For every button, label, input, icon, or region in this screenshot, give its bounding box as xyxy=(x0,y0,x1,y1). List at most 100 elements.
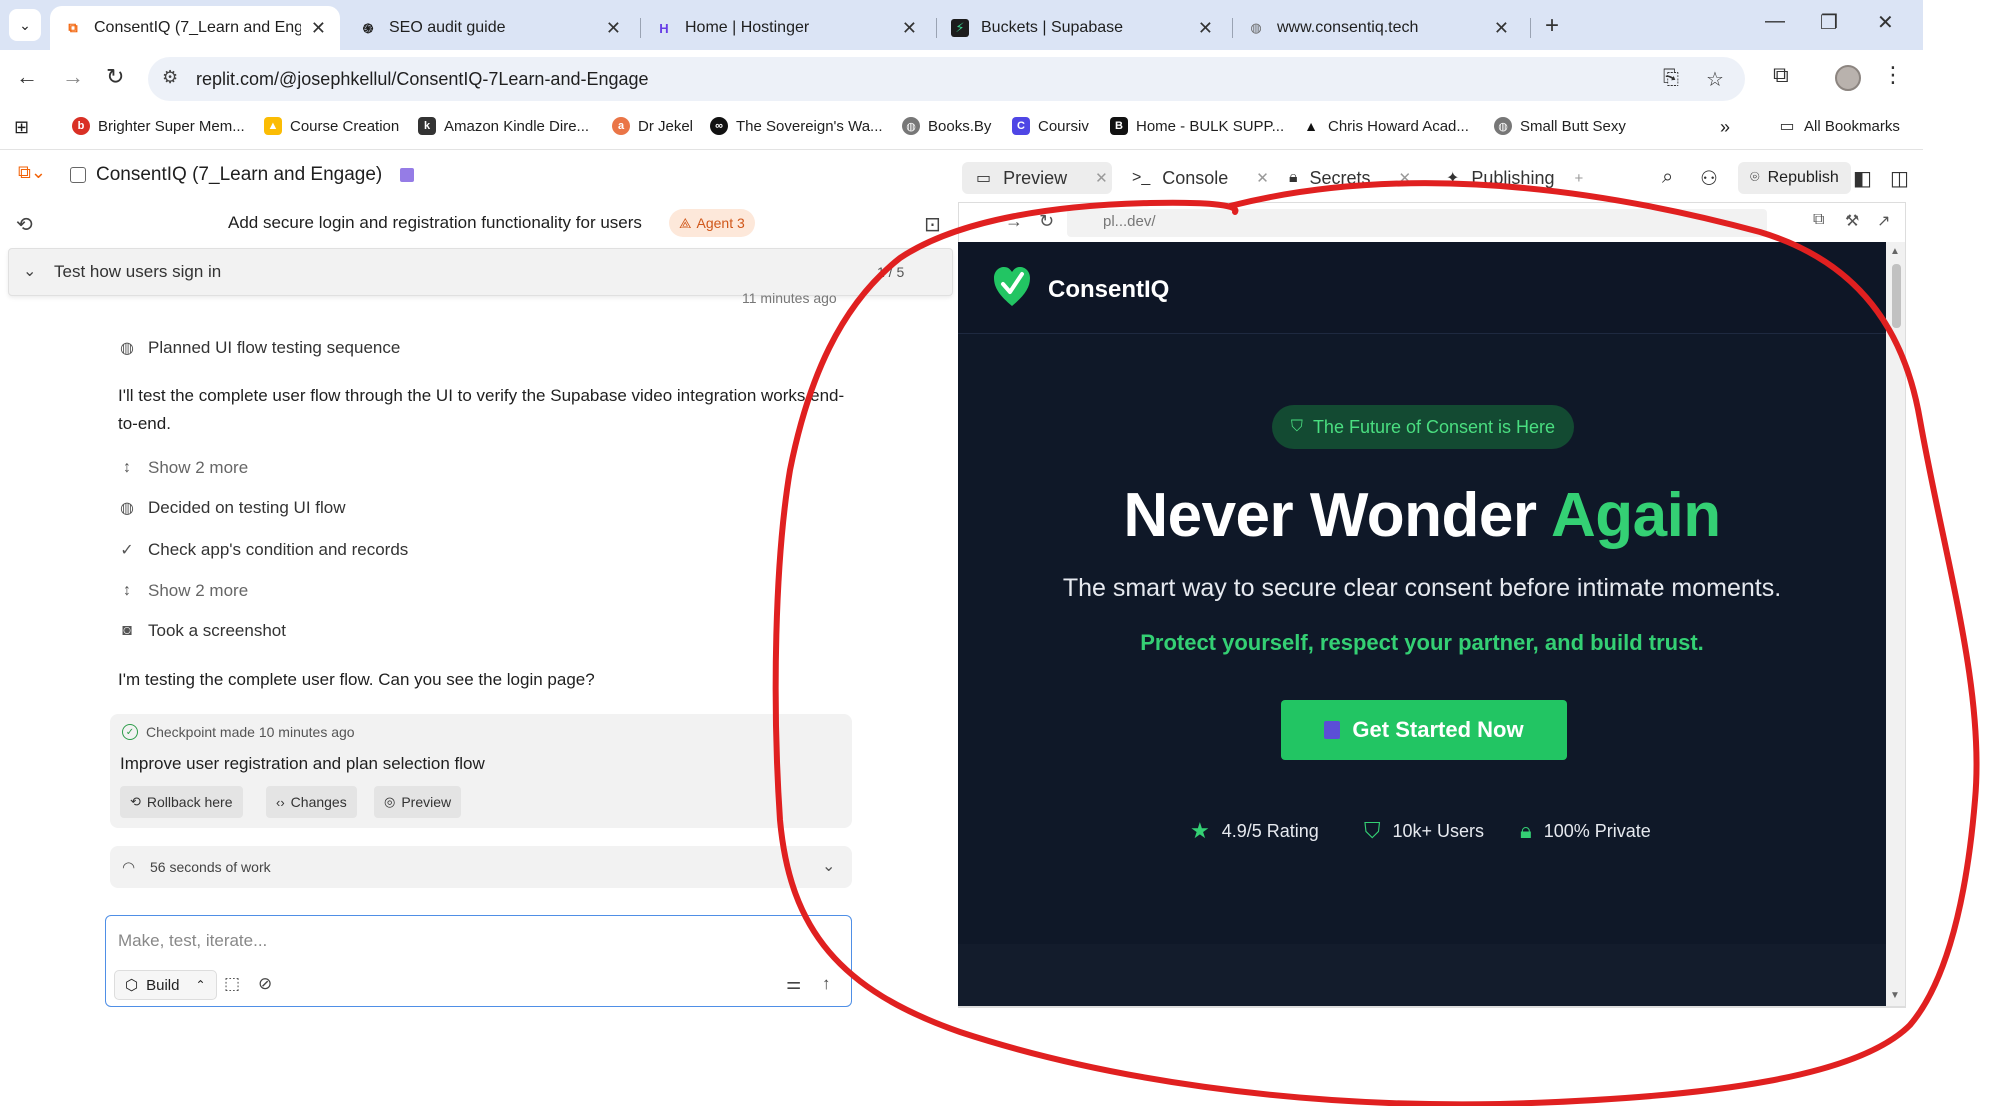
more-bookmarks-chevron-icon[interactable]: » xyxy=(1720,117,1730,138)
tab-hostinger[interactable]: H Home | Hostinger ✕ xyxy=(641,6,931,50)
tab-search-button[interactable]: ⌄ xyxy=(9,9,41,41)
hostinger-favicon-icon: H xyxy=(659,20,669,36)
site-info-icon[interactable]: ⚙ xyxy=(162,67,178,88)
minimize-icon[interactable]: — xyxy=(1765,10,1785,33)
scroll-down-arrow-icon[interactable]: ▼ xyxy=(1890,990,1900,1001)
close-icon[interactable]: ✕ xyxy=(1095,169,1108,187)
composer-placeholder[interactable]: Make, test, iterate... xyxy=(118,931,267,951)
bookmark-item[interactable]: ∞ The Sovereign's Wa... xyxy=(710,117,883,135)
install-app-icon[interactable]: ⎘ xyxy=(1663,67,1679,90)
replit-logo-icon[interactable]: ⧉⌄ xyxy=(18,162,46,183)
close-icon[interactable]: ✕ xyxy=(1399,169,1412,187)
changes-button[interactable]: ‹› Changes xyxy=(266,786,357,818)
all-bookmarks-label: All Bookmarks xyxy=(1804,117,1900,135)
get-started-label: Get Started Now xyxy=(1352,717,1524,742)
republish-button[interactable]: ⌾ Republish xyxy=(1738,162,1851,194)
forward-arrow-icon[interactable]: → xyxy=(62,64,84,90)
show-more-button[interactable]: ↕ Show 2 more xyxy=(118,458,248,478)
back-arrow-icon[interactable]: ← xyxy=(16,64,38,90)
add-tab-plus-icon[interactable]: + xyxy=(1574,170,1583,187)
extensions-icon[interactable]: ⧉ xyxy=(1773,62,1789,88)
chat-composer[interactable]: Make, test, iterate... ⬡ Build ⌃ ⬚ ⊘ ⚌ ↑ xyxy=(105,915,852,1007)
more-menu-icon[interactable]: ⋮ xyxy=(1882,62,1904,88)
restore-icon[interactable]: ❐ xyxy=(1820,10,1838,35)
attach-icon[interactable]: ⊘ xyxy=(258,974,272,994)
star-icon: ★ xyxy=(1190,818,1210,843)
brand-name[interactable]: ConsentIQ xyxy=(1048,276,1169,304)
search-icon[interactable]: ⌕ xyxy=(1662,166,1673,189)
tab-supabase[interactable]: ⚡ Buckets | Supabase ✕ xyxy=(937,6,1227,50)
bookmark-item[interactable]: a Dr Jekel xyxy=(612,117,693,135)
send-arrow-icon[interactable]: ↑ xyxy=(822,974,831,994)
browser-tab-strip: ⌄ ⧉ ConsentIQ (7_Learn and Engage ✕ ֍ SE… xyxy=(0,0,1923,50)
close-icon[interactable]: ✕ xyxy=(1256,169,1269,187)
rollback-button[interactable]: ⟲ Rollback here xyxy=(120,786,243,818)
bookmark-favicon-icon: b xyxy=(72,117,90,135)
show-more-button[interactable]: ↕ Show 2 more xyxy=(118,581,248,601)
tab-publishing[interactable]: ✦ Publishing + xyxy=(1432,162,1622,194)
tab-seo-audit[interactable]: ֍ SEO audit guide ✕ xyxy=(345,6,635,50)
preview-back-icon[interactable]: ← xyxy=(971,211,989,232)
bookmark-item[interactable]: B Home - BULK SUPP... xyxy=(1110,117,1284,135)
preview-scrollbar[interactable]: ▲ ▼ xyxy=(1886,242,1906,1006)
close-tab-icon[interactable]: ✕ xyxy=(311,18,326,39)
new-chat-icon[interactable]: ⊡ xyxy=(924,212,941,237)
bookmark-item[interactable]: ▲ Course Creation xyxy=(264,117,399,135)
tab-consentiq-tech[interactable]: ◍ www.consentiq.tech ✕ xyxy=(1233,6,1523,50)
history-icon[interactable]: ⟲ xyxy=(16,212,33,237)
chevron-down-icon[interactable]: ⌄ xyxy=(23,261,36,281)
chevron-down-icon[interactable]: ⌄ xyxy=(822,856,835,876)
open-external-icon[interactable]: ↗ xyxy=(1877,211,1890,231)
profile-avatar[interactable] xyxy=(1835,65,1861,91)
preview-forward-icon[interactable]: → xyxy=(1005,211,1023,232)
close-tab-icon[interactable]: ✕ xyxy=(606,18,621,39)
bookmark-item[interactable]: ▲ Chris Howard Acad... xyxy=(1302,117,1469,135)
bookmark-star-icon[interactable]: ☆ xyxy=(1706,67,1724,92)
work-summary[interactable]: ◠ 56 seconds of work ⌄ xyxy=(110,846,852,888)
bookmark-item[interactable]: C Coursiv xyxy=(1012,117,1089,135)
globe-icon: ◍ xyxy=(120,340,134,357)
bookmark-favicon-icon: ▲ xyxy=(1302,117,1320,135)
apps-grid-icon[interactable]: ⊞ xyxy=(14,117,29,138)
all-bookmarks-button[interactable]: ▭ All Bookmarks xyxy=(1778,117,1900,136)
bookmark-item[interactable]: ◍ Small Butt Sexy xyxy=(1494,117,1626,135)
scroll-thumb[interactable] xyxy=(1892,264,1901,328)
layout-toggle-icon[interactable]: ◫ xyxy=(1890,166,1909,191)
close-window-icon[interactable]: ✕ xyxy=(1877,10,1894,35)
tab-console[interactable]: >_ Console ✕ xyxy=(1118,162,1269,194)
user-menu-icon[interactable]: ◧ xyxy=(1853,166,1872,191)
bookmark-item[interactable]: k Amazon Kindle Dire... xyxy=(418,117,589,135)
settings-sliders-icon[interactable]: ⚌ xyxy=(786,974,801,994)
tab-consentiq[interactable]: ⧉ ConsentIQ (7_Learn and Engage ✕ xyxy=(50,6,340,50)
devices-icon[interactable]: ⧉ xyxy=(1813,211,1824,229)
heart-check-logo-icon[interactable] xyxy=(992,264,1032,308)
bookmark-item[interactable]: b Brighter Super Mem... xyxy=(72,117,245,135)
url-text[interactable]: replit.com/@josephkellul/ConsentIQ-7Lear… xyxy=(196,69,649,90)
checkpoint-title: Improve user registration and plan selec… xyxy=(120,754,485,773)
build-mode-button[interactable]: ⬡ Build ⌃ xyxy=(114,970,217,1000)
invite-user-icon[interactable]: ⚇ xyxy=(1700,166,1718,191)
new-tab-plus-icon[interactable]: + xyxy=(1545,12,1559,40)
tab-secrets[interactable]: 🔒︎ Secrets ✕ xyxy=(1275,162,1425,194)
preview-button[interactable]: ◎ Preview xyxy=(374,786,462,818)
preview-url-field[interactable]: pl...dev/ xyxy=(1067,209,1767,237)
stat-users: ⛉ 10k+ Users xyxy=(1364,818,1484,844)
omnibox[interactable]: ⚙ replit.com/@josephkellul/ConsentIQ-7Le… xyxy=(148,57,1745,101)
devtools-wrench-icon[interactable]: ⚒ xyxy=(1845,211,1859,231)
tab-title: www.consentiq.tech xyxy=(1277,19,1419,36)
bookmark-item[interactable]: ◍ Books.By xyxy=(902,117,991,135)
preview-reload-icon[interactable]: ↻ xyxy=(1039,211,1054,232)
rollback-label: Rollback here xyxy=(146,794,233,810)
close-tab-icon[interactable]: ✕ xyxy=(1198,18,1213,39)
select-element-icon[interactable]: ⬚ xyxy=(224,974,240,994)
test-task-card[interactable]: ⌄ Test how users sign in 1 / 5 xyxy=(8,248,953,296)
close-tab-icon[interactable]: ✕ xyxy=(1494,18,1509,39)
get-started-button[interactable]: Get Started Now xyxy=(1281,700,1567,760)
reload-icon[interactable]: ↻ xyxy=(106,64,124,90)
project-title[interactable]: ConsentIQ (7_Learn and Engage) xyxy=(70,164,415,186)
scroll-up-arrow-icon[interactable]: ▲ xyxy=(1890,246,1900,257)
tab-preview[interactable]: ▭ Preview ✕ xyxy=(962,162,1112,194)
tab-title: Buckets | Supabase xyxy=(981,19,1124,36)
close-tab-icon[interactable]: ✕ xyxy=(902,18,917,39)
replit-favicon-icon: ⧉ xyxy=(68,20,78,35)
